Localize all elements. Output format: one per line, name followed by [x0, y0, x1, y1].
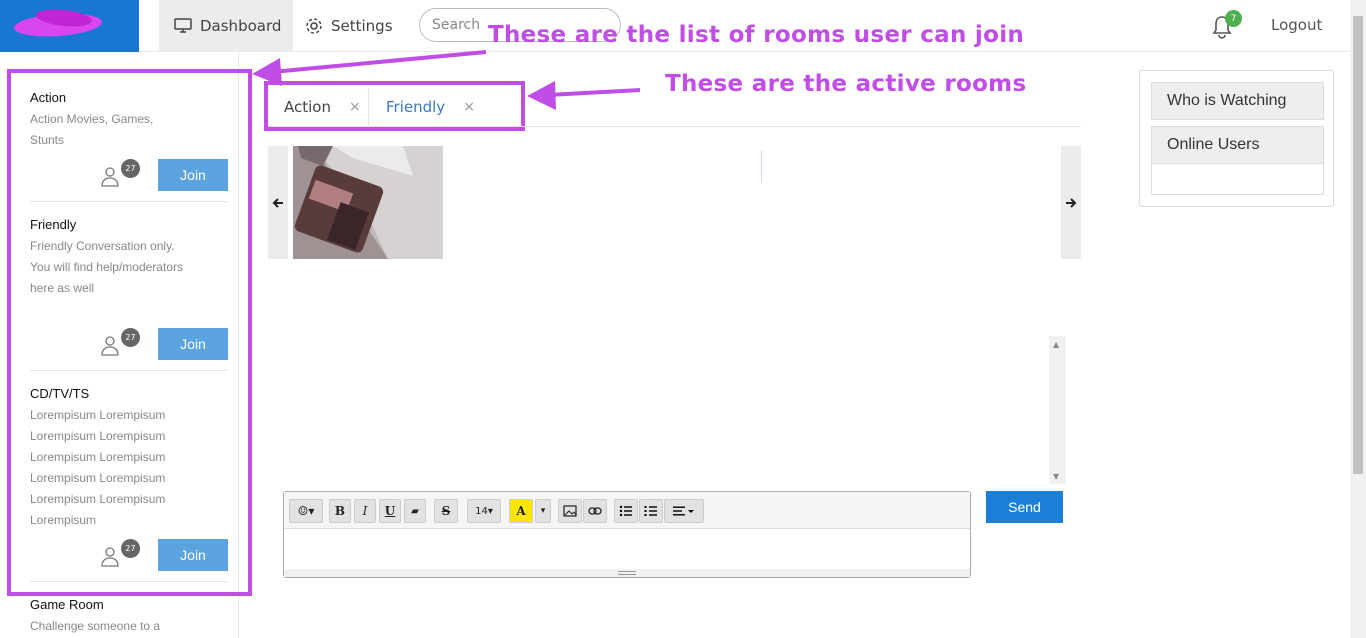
- text-cursor: [761, 150, 762, 183]
- logo[interactable]: [0, 0, 139, 52]
- tab-divider: [368, 88, 369, 126]
- send-button[interactable]: Send: [986, 491, 1063, 523]
- carousel-next-button[interactable]: [1061, 146, 1081, 259]
- room-description: Challenge someone to a: [30, 619, 161, 633]
- online-users-tab[interactable]: Online Users: [1151, 126, 1324, 164]
- bold-button[interactable]: B: [329, 499, 351, 523]
- gear-icon: [306, 17, 322, 34]
- page-scrollbar[interactable]: [1350, 0, 1366, 638]
- editor-toolbar: ☺▾ B I U ▰ S 14▾ A ▾: [284, 492, 970, 529]
- scroll-up-icon[interactable]: ▲: [1053, 340, 1059, 349]
- grip-icon: [618, 571, 636, 575]
- tab-action[interactable]: Action ×: [284, 88, 361, 126]
- annotation-box-rooms: [7, 69, 252, 596]
- chat-scrollbar[interactable]: ▲ ▼: [1049, 336, 1066, 484]
- room-title: Game Room: [30, 597, 104, 612]
- arrow-to-tabs: [527, 81, 641, 110]
- numbered-list-icon: [644, 506, 657, 516]
- underline-button[interactable]: U: [379, 499, 401, 523]
- tabs-underline: [268, 126, 1081, 127]
- editor-resize-handle[interactable]: [284, 569, 970, 577]
- video-thumbnail[interactable]: [293, 146, 443, 259]
- close-icon[interactable]: ×: [349, 99, 361, 115]
- align-dropdown[interactable]: [664, 499, 704, 523]
- right-panel: Who is Watching Online Users: [1139, 70, 1334, 207]
- eraser-button[interactable]: ▰: [404, 499, 426, 523]
- monitor-icon: [174, 17, 192, 33]
- strikethrough-button[interactable]: S: [434, 499, 458, 523]
- picture-icon: [563, 505, 577, 517]
- who-is-watching-tab[interactable]: Who is Watching: [1151, 82, 1324, 120]
- notification-badge: 7: [1225, 10, 1242, 27]
- font-color-caret[interactable]: ▾: [535, 499, 551, 523]
- bullet-list-icon: [619, 505, 632, 517]
- close-icon[interactable]: ×: [463, 99, 475, 115]
- italic-button[interactable]: I: [354, 499, 376, 523]
- numbered-list-button[interactable]: [639, 499, 663, 523]
- nav-settings[interactable]: Settings: [305, 0, 393, 51]
- font-color-button[interactable]: A: [509, 499, 533, 523]
- link-icon: [588, 507, 602, 515]
- video-frame: [293, 146, 443, 259]
- nav-dashboard-label: Dashboard: [200, 16, 282, 35]
- arrow-left-icon: [272, 197, 283, 208]
- tab-label: Friendly: [386, 98, 446, 116]
- scrollbar-thumb[interactable]: [1353, 16, 1363, 474]
- nav-settings-label: Settings: [331, 16, 393, 35]
- room-item-game-room: Game Room Challenge someone to a: [30, 597, 228, 637]
- nav-dashboard[interactable]: Dashboard: [159, 0, 293, 51]
- carousel-prev-button[interactable]: [268, 146, 288, 259]
- tab-friendly[interactable]: Friendly ×: [386, 88, 475, 126]
- annotation-active-rooms: These are the active rooms: [665, 71, 1027, 97]
- message-editor[interactable]: ☺▾ B I U ▰ S 14▾ A ▾: [283, 491, 971, 578]
- online-users-list: [1151, 164, 1324, 195]
- emoji-button[interactable]: ☺▾: [289, 499, 323, 523]
- align-icon: [673, 506, 694, 516]
- tab-label: Action: [284, 98, 331, 116]
- scroll-down-icon[interactable]: ▼: [1053, 472, 1059, 481]
- annotation-rooms-list: These are the list of rooms user can joi…: [488, 22, 1025, 48]
- logout-link[interactable]: Logout: [1271, 16, 1322, 34]
- font-size-dropdown[interactable]: 14▾: [467, 499, 501, 523]
- insert-image-button[interactable]: [558, 499, 582, 523]
- arrow-right-icon: [1066, 197, 1077, 208]
- bullet-list-button[interactable]: [614, 499, 638, 523]
- insert-link-button[interactable]: [583, 499, 607, 523]
